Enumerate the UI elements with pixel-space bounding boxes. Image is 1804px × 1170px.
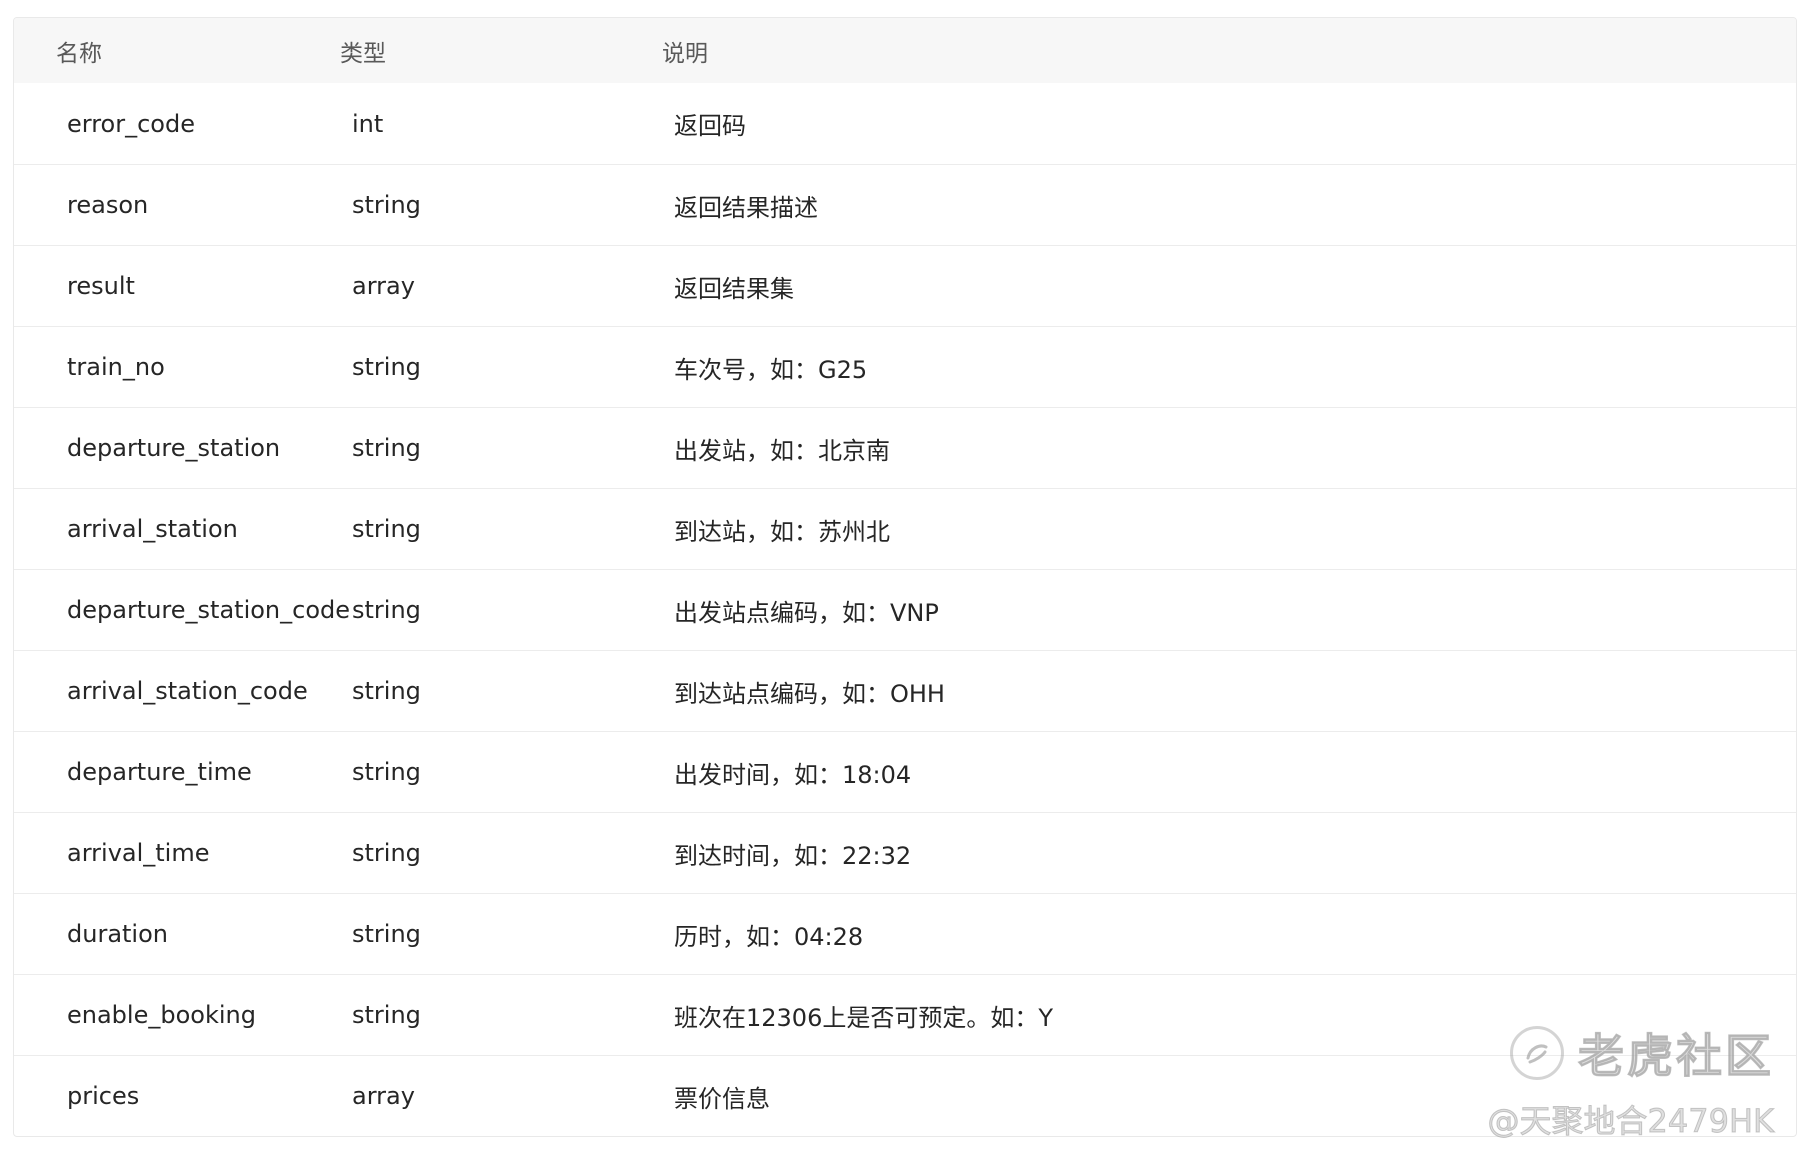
cell-type: string <box>352 920 421 948</box>
cell-name: arrival_station <box>67 515 238 543</box>
cell-type: string <box>352 191 421 219</box>
cell-name: prices <box>67 1082 140 1110</box>
cell-description: 到达时间，如：22:32 <box>674 841 912 870</box>
cell-type: int <box>352 109 384 138</box>
cell-type: string <box>352 515 421 543</box>
cell-type: string <box>352 839 421 867</box>
header-description: 说明 <box>662 40 708 67</box>
cell-type: string <box>352 758 421 786</box>
table-row: prices array 票价信息 <box>14 1055 1796 1136</box>
table-body: error_code int 返回码 reason string 返回结果描述 result… <box>14 83 1796 1136</box>
cell-type: array <box>352 1082 415 1110</box>
cell-name: result <box>67 272 135 300</box>
cell-name: departure_time <box>67 758 252 786</box>
cell-name: departure_station_code <box>67 596 351 624</box>
header-type: 类型 <box>340 40 386 67</box>
table-row: departure_station_code string 出发站点编码，如：VNP <box>14 569 1796 650</box>
cell-name: enable_booking <box>67 1001 256 1029</box>
table-header: 名称 类型 说明 <box>14 18 1796 83</box>
cell-name: arrival_station_code <box>67 677 308 705</box>
cell-description: 车次号，如：G25 <box>674 355 868 384</box>
cell-name: departure_station <box>67 434 281 462</box>
cell-description: 出发站，如：北京南 <box>674 436 890 465</box>
cell-description: 到达站，如：苏州北 <box>674 517 890 546</box>
cell-name: duration <box>67 920 168 948</box>
cell-description: 返回码 <box>674 112 746 140</box>
cell-type: string <box>352 596 421 624</box>
table-row: duration string 历时，如：04:28 <box>14 893 1796 974</box>
table-row: error_code int 返回码 <box>14 83 1796 164</box>
cell-name: train_no <box>67 353 165 381</box>
params-table: 名称 类型 说明 error_code int 返回码 reason string 返回结… <box>13 17 1797 1137</box>
cell-type: array <box>352 272 415 300</box>
cell-description: 出发站点编码，如：VNP <box>674 598 939 627</box>
cell-description: 班次在12306上是否可预定。如：Y <box>674 1003 1054 1032</box>
table-row: arrival_station_code string 到达站点编码，如：OHH <box>14 650 1796 731</box>
table-row: arrival_station string 到达站，如：苏州北 <box>14 488 1796 569</box>
cell-description: 票价信息 <box>674 1084 770 1113</box>
cell-description: 到达站点编码，如：OHH <box>674 679 945 708</box>
table-row: train_no string 车次号，如：G25 <box>14 326 1796 407</box>
cell-type: string <box>352 434 421 462</box>
table-row: departure_time string 出发时间，如：18:04 <box>14 731 1796 812</box>
cell-type: string <box>352 677 421 705</box>
header-name: 名称 <box>56 40 102 67</box>
cell-description: 返回结果描述 <box>674 193 818 222</box>
cell-type: string <box>352 1001 421 1029</box>
table-row: departure_station string 出发站，如：北京南 <box>14 407 1796 488</box>
cell-description: 历时，如：04:28 <box>674 922 864 951</box>
cell-description: 返回结果集 <box>674 274 794 303</box>
table-row: result array 返回结果集 <box>14 245 1796 326</box>
cell-name: reason <box>67 191 149 219</box>
cell-name: arrival_time <box>67 839 210 867</box>
table-row: arrival_time string 到达时间，如：22:32 <box>14 812 1796 893</box>
cell-description: 出发时间，如：18:04 <box>674 760 912 789</box>
cell-name: error_code <box>67 109 195 138</box>
table-row: enable_booking string 班次在12306上是否可预定。如：Y <box>14 974 1796 1055</box>
table-row: reason string 返回结果描述 <box>14 164 1796 245</box>
cell-type: string <box>352 353 421 381</box>
